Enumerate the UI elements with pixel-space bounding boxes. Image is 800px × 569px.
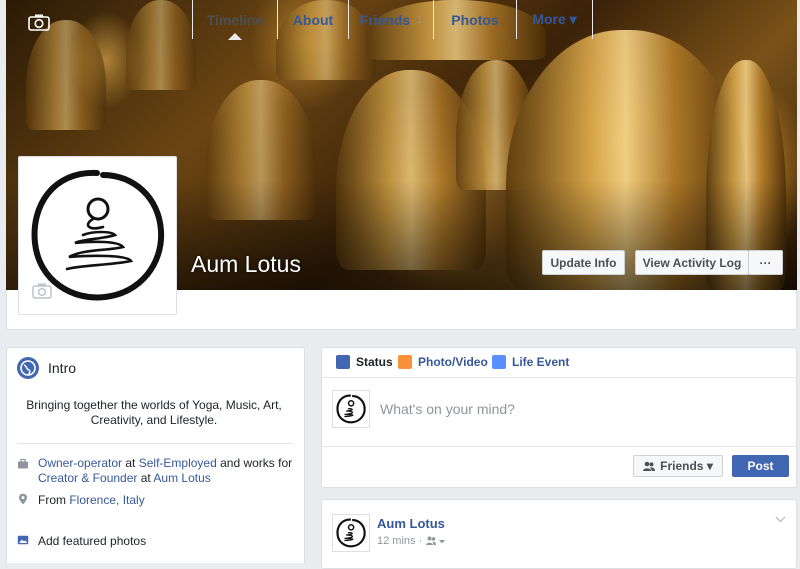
location-pin-icon: [19, 493, 27, 505]
avatar: [332, 390, 370, 428]
role-link[interactable]: Owner-operator: [38, 456, 122, 470]
tab-friends[interactable]: Friends 1: [348, 0, 433, 39]
intro-card: [6, 347, 305, 563]
post-author-link[interactable]: Aum Lotus: [377, 516, 445, 531]
camera-icon[interactable]: [28, 14, 50, 31]
avatar[interactable]: [332, 514, 370, 552]
divider: [322, 446, 796, 447]
tab-photos[interactable]: Photos: [433, 0, 516, 39]
hometown-info: From Florence, Italy: [38, 493, 145, 507]
company-link[interactable]: Aum Lotus: [153, 471, 210, 485]
tab-more[interactable]: More ▾: [516, 0, 593, 39]
work-info: Owner-operator at Self-Employed and work…: [38, 456, 293, 485]
status-input[interactable]: What's on your mind?: [380, 401, 515, 417]
tab-timeline[interactable]: Timeline: [192, 0, 277, 40]
friends-audience-icon[interactable]: [426, 536, 446, 546]
pencil-icon: [336, 355, 350, 369]
divider: [17, 443, 293, 444]
globe-icon: [17, 357, 39, 379]
company-link[interactable]: Self-Employed: [139, 456, 217, 470]
add-featured-photos-link[interactable]: Add featured photos: [38, 534, 298, 549]
photo-video-tab[interactable]: Photo/Video: [398, 355, 488, 369]
post-meta: 12 mins ·: [377, 535, 446, 547]
briefcase-icon: [18, 458, 28, 469]
profile-name[interactable]: Aum Lotus: [191, 251, 301, 278]
post-button[interactable]: Post: [732, 455, 789, 477]
place-link[interactable]: Florence, Italy: [69, 493, 144, 507]
more-options-button[interactable]: ···: [748, 250, 783, 275]
camera-icon[interactable]: [32, 283, 52, 299]
life-event-tab[interactable]: Life Event: [492, 355, 569, 369]
chevron-down-icon[interactable]: [775, 516, 786, 523]
intro-title: Intro: [48, 360, 77, 376]
update-info-button[interactable]: Update Info: [542, 250, 625, 275]
post-card: [321, 499, 797, 569]
friends-count: 1: [416, 13, 423, 26]
status-tab[interactable]: Status: [336, 355, 393, 369]
photo-icon: [398, 355, 412, 369]
view-activity-log-button[interactable]: View Activity Log: [635, 250, 749, 275]
intro-bio: Bringing together the worlds of Yoga, Mu…: [26, 398, 282, 427]
tab-about[interactable]: About: [277, 0, 348, 39]
audience-selector[interactable]: Friends ▾: [633, 455, 723, 477]
role-link[interactable]: Creator & Founder: [38, 471, 137, 485]
friends-icon: [643, 461, 656, 471]
post-timestamp[interactable]: 12 mins ·: [377, 535, 422, 547]
aum-lotus-logo: [336, 394, 366, 424]
flag-icon: [492, 355, 506, 369]
photo-icon: [17, 535, 29, 545]
aum-lotus-logo: [336, 518, 366, 548]
